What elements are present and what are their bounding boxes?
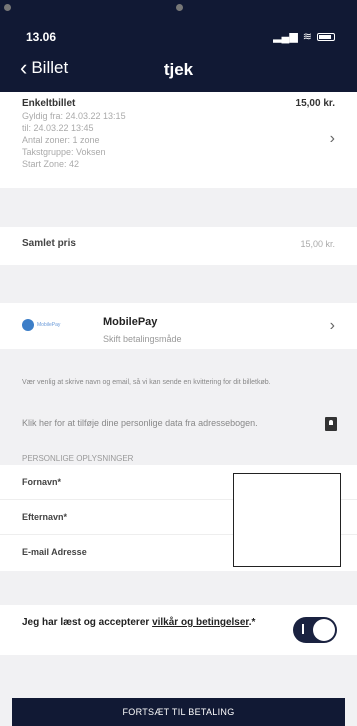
ticket-start-zone: Start Zone: 42: [22, 159, 80, 169]
total-value: 15,00 kr.: [300, 239, 335, 249]
toggle-on-icon: [302, 624, 304, 634]
payment-method-row[interactable]: MobilePay MobilePay Skift betalingsmåde …: [0, 303, 357, 349]
nav-header: 13.06 ▂▄▆ ≋ ‹ Billet tjek: [0, 0, 357, 92]
wifi-icon: ≋: [302, 31, 312, 43]
terms-text: Jeg har læst og accepterer vilkår og bet…: [22, 616, 262, 629]
contact-book-icon[interactable]: [325, 417, 337, 431]
camera-dot-left: [4, 4, 11, 11]
change-payment-label: Skift betalingsmåde: [103, 334, 182, 344]
first-name-label: Fornavn*: [22, 477, 62, 487]
address-book-link[interactable]: Klik her for at tilføje dine personlige …: [22, 417, 282, 429]
signal-icon: ▂▄▆: [273, 31, 298, 43]
camera-dot-center: [176, 4, 183, 11]
status-time: 13.06: [26, 30, 57, 44]
page-title: tjek: [163, 60, 194, 79]
terms-link[interactable]: vilkår og betingelser: [152, 617, 249, 628]
terms-suffix: .*: [248, 617, 256, 628]
ticket-zones: Antal zoner: 1 zone: [22, 135, 100, 145]
terms-toggle[interactable]: [293, 617, 337, 643]
terms-prefix: Jeg har læst og accepterer: [22, 617, 153, 628]
mobilepay-icon: [22, 319, 34, 331]
continue-to-payment-button[interactable]: FORTSÆT TIL BETALING: [12, 698, 345, 726]
section-title: PERSONLIGE OPLYSNINGER: [22, 454, 134, 463]
payment-method-name: MobilePay: [103, 316, 158, 328]
toggle-knob: [313, 619, 335, 641]
ticket-card[interactable]: Enkeltbillet 15,00 kr. Gyldig fra: 24.03…: [0, 92, 357, 188]
battery-icon: [317, 32, 335, 41]
ticket-price: 15,00 kr.: [295, 98, 335, 109]
mobilepay-logo-text: MobilePay: [37, 322, 61, 328]
ticket-fare-group: Takstgruppe: Voksen: [22, 147, 106, 157]
ticket-name: Enkeltbillet: [22, 98, 76, 109]
receipt-notice: Vær venlig at skrive navn og email, så v…: [22, 379, 271, 386]
mobilepay-logo: MobilePay: [22, 318, 74, 332]
ticket-valid-from: Gyldig fra: 24.03.22 13:15: [22, 111, 126, 121]
total-row: Samlet pris 15,00 kr.: [0, 227, 357, 265]
chevron-right-icon: ›: [329, 130, 335, 147]
total-label: Samlet pris: [22, 238, 76, 249]
ticket-valid-to: til: 24.03.22 13:45: [22, 123, 94, 133]
email-label: E-mail Adresse: [22, 547, 87, 557]
status-icons: ▂▄▆ ≋: [273, 30, 335, 43]
chevron-right-icon: ›: [329, 317, 335, 334]
last-name-label: Efternavn*: [22, 512, 68, 522]
redaction-box: [233, 473, 341, 567]
terms-row: Jeg har læst og accepterer vilkår og bet…: [0, 605, 357, 655]
